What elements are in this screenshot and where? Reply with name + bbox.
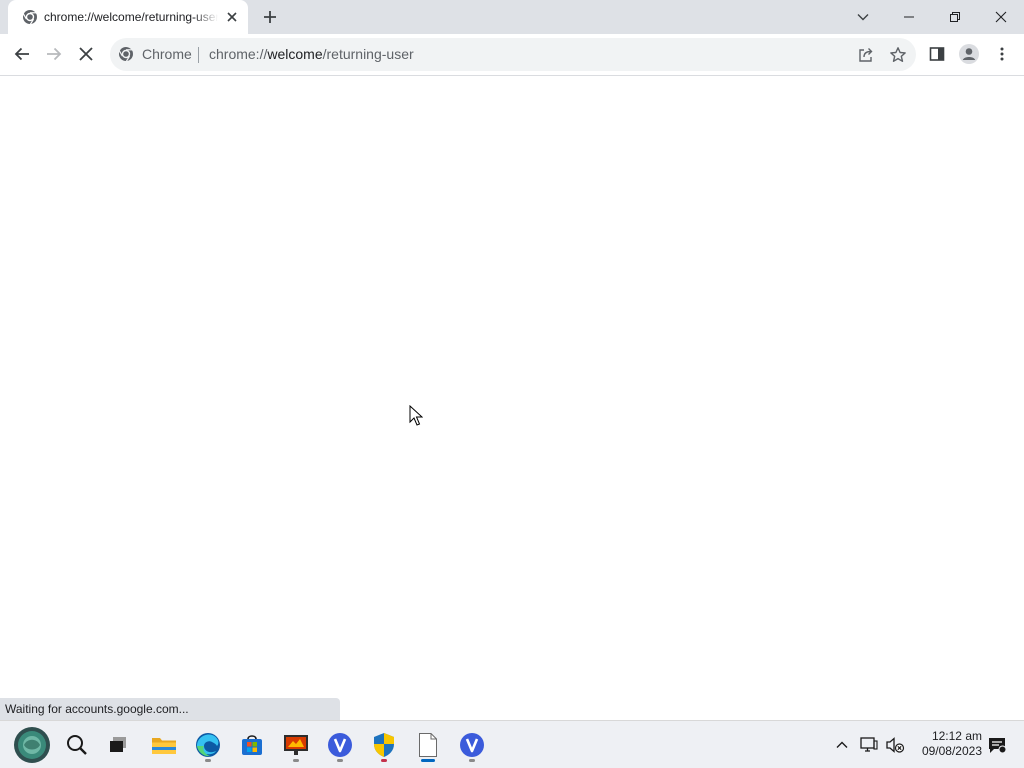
notification-icon (989, 738, 1007, 754)
file-explorer[interactable] (144, 727, 184, 763)
store[interactable] (232, 727, 272, 763)
clock-time: 12:12 am (931, 729, 982, 743)
notification-center-button[interactable] (986, 734, 1008, 756)
running-indicator (469, 759, 475, 762)
minimize-button[interactable] (886, 0, 932, 34)
edge-icon (196, 733, 220, 757)
chrome-menu-button[interactable] (987, 39, 1017, 69)
tab-search-button[interactable] (840, 0, 886, 34)
bookmark-button[interactable] (883, 40, 913, 70)
tab-strip: chrome://welcome/returning-user (0, 0, 1024, 34)
clock-date: 09/08/2023 (921, 744, 982, 758)
more-vert-icon (1000, 47, 1004, 61)
minimize-icon (904, 16, 914, 18)
tab-title: chrome://welcome/returning-user (44, 10, 218, 24)
mouse-cursor-icon (409, 405, 423, 426)
active-indicator (421, 759, 435, 762)
profile-button[interactable] (954, 39, 984, 69)
share-button[interactable] (851, 40, 881, 70)
show-hidden-icons-button[interactable] (831, 734, 853, 756)
close-icon (995, 11, 1007, 23)
side-panel-button[interactable] (922, 39, 952, 69)
volume-button[interactable] (884, 734, 906, 756)
close-button[interactable] (978, 0, 1024, 34)
running-indicator (205, 759, 211, 762)
restore-icon (950, 12, 960, 22)
page-content (0, 76, 1024, 720)
v-app-1[interactable] (320, 727, 360, 763)
network-button[interactable] (858, 734, 880, 756)
store-icon (242, 735, 262, 755)
url-text[interactable]: chrome://welcome/returning-user (209, 46, 414, 62)
url-host: welcome (267, 46, 323, 62)
security-app[interactable] (364, 727, 404, 763)
blank-document[interactable] (408, 727, 448, 763)
v-app-2[interactable] (452, 727, 492, 763)
start-orb-icon (14, 727, 50, 763)
running-indicator (381, 759, 387, 762)
v-circle-icon (460, 733, 484, 757)
url-scheme: chrome:// (209, 46, 268, 62)
start-button[interactable] (12, 727, 52, 763)
restore-button[interactable] (932, 0, 978, 34)
chevron-down-icon (857, 14, 869, 21)
network-icon (860, 737, 878, 752)
new-tab-button[interactable] (258, 5, 282, 29)
forward-button[interactable] (39, 39, 69, 69)
task-view-icon (110, 737, 126, 752)
v-circle-icon (328, 733, 352, 757)
shield-icon (374, 733, 394, 757)
task-view-button[interactable] (98, 727, 138, 763)
edge[interactable] (188, 727, 228, 763)
search-button[interactable] (57, 727, 97, 763)
side-panel-icon (929, 47, 945, 61)
chrome-icon (22, 10, 37, 25)
chip-divider (198, 47, 199, 63)
site-chip[interactable]: Chrome (142, 46, 192, 62)
chevron-up-icon (836, 741, 848, 748)
stop-icon (79, 47, 93, 61)
tab-close-icon[interactable] (224, 9, 240, 25)
back-button[interactable] (7, 39, 37, 69)
chrome-icon (118, 47, 133, 62)
share-icon (859, 48, 873, 62)
url-path: /returning-user (322, 46, 414, 62)
document-icon (419, 733, 437, 757)
presentation-icon (284, 735, 308, 755)
stop-loading-button[interactable] (71, 39, 101, 69)
arrow-right-icon (47, 47, 62, 61)
running-indicator (337, 759, 343, 762)
taskbar: 12:12 am 09/08/2023 (0, 720, 1024, 768)
avatar-icon (959, 44, 979, 64)
running-indicator (293, 759, 299, 762)
browser-toolbar: Chrome chrome://welcome/returning-user (0, 34, 1024, 76)
tab-welcome[interactable]: chrome://welcome/returning-user (8, 0, 248, 34)
folder-icon (152, 738, 176, 754)
arrow-left-icon (14, 47, 29, 61)
address-bar[interactable]: Chrome chrome://welcome/returning-user (110, 38, 916, 71)
status-bubble: Waiting for accounts.google.com... (0, 698, 340, 720)
star-icon (890, 47, 906, 62)
search-icon (67, 735, 87, 755)
volume-muted-icon (886, 737, 905, 753)
clock[interactable]: 12:12 am 09/08/2023 (912, 729, 982, 759)
presentation-app[interactable] (276, 727, 316, 763)
